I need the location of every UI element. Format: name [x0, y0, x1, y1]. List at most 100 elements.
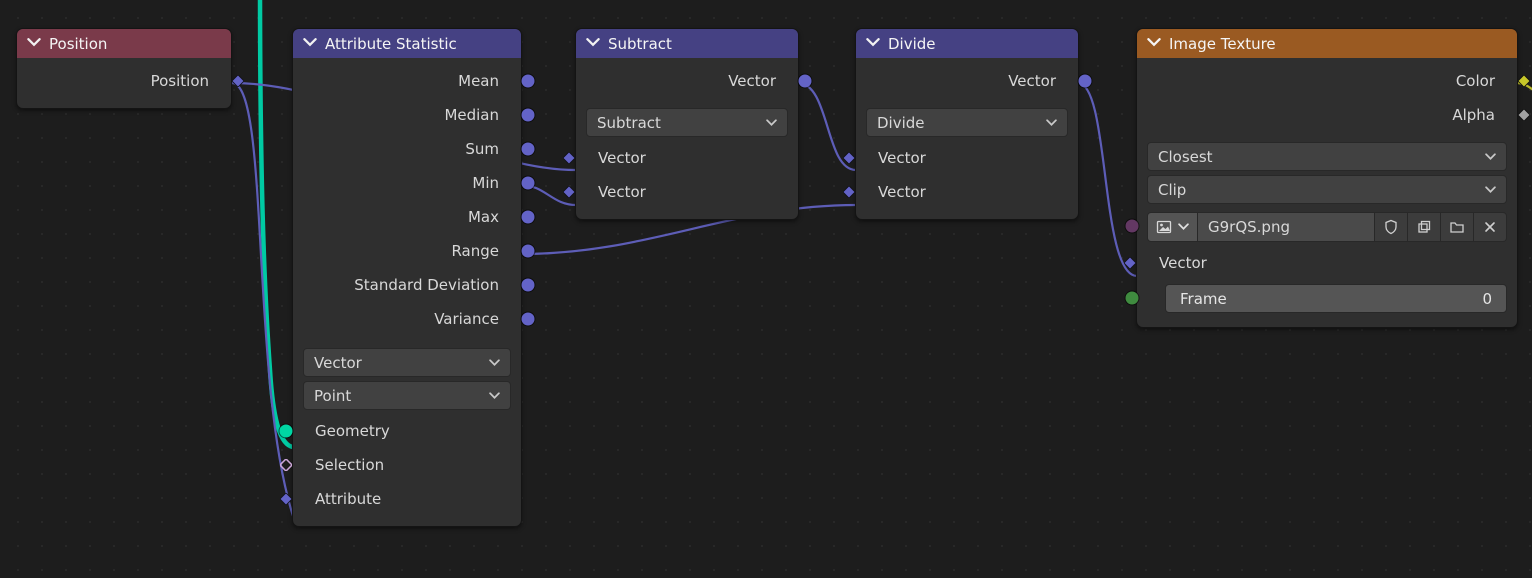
input-row-frame: Frame 0	[1137, 280, 1517, 317]
image-input-row: G9rQS.png	[1137, 208, 1517, 246]
node-attribute-statistic[interactable]: Attribute Statistic Mean Median Sum Min …	[292, 28, 522, 527]
chevron-down-icon	[1178, 218, 1189, 236]
socket-selection-in[interactable]	[280, 459, 292, 471]
socket-vector-in[interactable]	[1124, 257, 1136, 269]
output-row-var: Variance	[293, 302, 521, 336]
node-header[interactable]: Subtract	[576, 29, 798, 58]
node-position[interactable]: Position Position	[16, 28, 232, 109]
output-label: Vector	[728, 72, 776, 90]
chevron-down-icon	[489, 354, 500, 372]
frame-field[interactable]: Frame 0	[1165, 284, 1507, 313]
output-row-color: Color	[1137, 64, 1517, 98]
node-header[interactable]: Divide	[856, 29, 1078, 58]
socket-median-out[interactable]	[522, 109, 535, 122]
socket-vector-out[interactable]	[1079, 75, 1092, 88]
output-label: Vector	[1008, 72, 1056, 90]
socket-color-out[interactable]	[1518, 75, 1530, 87]
socket-vector-b-in[interactable]	[563, 186, 575, 198]
input-label: Vector	[878, 183, 926, 201]
input-row-vector-b: Vector	[856, 175, 1078, 209]
input-label: Attribute	[315, 490, 381, 508]
output-row-median: Median	[293, 98, 521, 132]
socket-vector-b-in[interactable]	[843, 186, 855, 198]
output-label: Median	[444, 106, 499, 124]
socket-vector-a-in[interactable]	[843, 152, 855, 164]
chevron-down-icon	[489, 387, 500, 405]
input-row-vector-a: Vector	[856, 141, 1078, 175]
output-row-alpha: Alpha	[1137, 98, 1517, 132]
chevron-down-icon	[27, 35, 41, 53]
node-header[interactable]: Position	[17, 29, 231, 58]
node-vector-math-divide[interactable]: Divide Vector Divide Vector Vector	[855, 28, 1079, 220]
input-row-geometry: Geometry	[293, 414, 521, 448]
output-label: Variance	[434, 310, 499, 328]
socket-position-out[interactable]	[232, 75, 244, 87]
socket-var-out[interactable]	[522, 313, 535, 326]
socket-range-out[interactable]	[522, 245, 535, 258]
input-label: Vector	[878, 149, 926, 167]
output-label: Mean	[458, 72, 499, 90]
image-name: G9rQS.png	[1208, 218, 1290, 236]
socket-vector-out[interactable]	[799, 75, 812, 88]
output-label: Range	[451, 242, 499, 260]
socket-mean-out[interactable]	[522, 75, 535, 88]
close-icon	[1482, 219, 1498, 235]
chevron-down-icon	[866, 35, 880, 53]
duplicate-icon	[1416, 219, 1432, 235]
interpolation-dropdown[interactable]: Closest	[1147, 142, 1507, 171]
output-label: Standard Deviation	[354, 276, 499, 294]
frame-label: Frame	[1180, 290, 1227, 308]
folder-icon	[1449, 219, 1465, 235]
open-image-button[interactable]	[1441, 212, 1474, 242]
socket-alpha-out[interactable]	[1518, 109, 1530, 121]
input-label: Vector	[598, 149, 646, 167]
output-row-vector: Vector	[856, 64, 1078, 98]
node-title: Position	[49, 35, 107, 53]
output-label: Color	[1456, 72, 1495, 90]
socket-frame-in[interactable]	[1126, 292, 1139, 305]
socket-image-in[interactable]	[1126, 220, 1139, 233]
socket-attribute-in[interactable]	[280, 493, 292, 505]
socket-min-out[interactable]	[522, 177, 535, 190]
output-row-mean: Mean	[293, 64, 521, 98]
operation-dropdown[interactable]: Subtract	[586, 108, 788, 137]
output-row-sum: Sum	[293, 132, 521, 166]
image-name-field[interactable]: G9rQS.png	[1198, 212, 1375, 242]
output-row-std: Standard Deviation	[293, 268, 521, 302]
output-row-min: Min	[293, 166, 521, 200]
input-label: Vector	[598, 183, 646, 201]
data-type-dropdown[interactable]: Vector	[303, 348, 511, 377]
input-row-attribute: Attribute	[293, 482, 521, 516]
node-header[interactable]: Image Texture	[1137, 29, 1517, 58]
chevron-down-icon	[1147, 35, 1161, 53]
operation-dropdown[interactable]: Divide	[866, 108, 1068, 137]
image-icon	[1156, 219, 1172, 235]
socket-vector-a-in[interactable]	[563, 152, 575, 164]
extension-dropdown[interactable]: Clip	[1147, 175, 1507, 204]
node-header[interactable]: Attribute Statistic	[293, 29, 521, 58]
fake-user-button[interactable]	[1375, 212, 1408, 242]
output-row-vector: Vector	[576, 64, 798, 98]
dropdown-value: Point	[314, 387, 351, 405]
socket-std-out[interactable]	[522, 279, 535, 292]
dropdown-value: Clip	[1158, 181, 1186, 199]
new-image-button[interactable]	[1408, 212, 1441, 242]
node-image-texture[interactable]: Image Texture Color Alpha Closest Clip	[1136, 28, 1518, 328]
socket-geometry-in[interactable]	[280, 425, 293, 438]
output-row-position: Position	[17, 64, 231, 98]
dropdown-value: Subtract	[597, 114, 661, 132]
node-title: Image Texture	[1169, 35, 1276, 53]
image-browse-button[interactable]	[1147, 212, 1198, 242]
output-label: Min	[472, 174, 499, 192]
input-row-vector-a: Vector	[576, 141, 798, 175]
socket-sum-out[interactable]	[522, 143, 535, 156]
chevron-down-icon	[586, 35, 600, 53]
domain-dropdown[interactable]: Point	[303, 381, 511, 410]
socket-max-out[interactable]	[522, 211, 535, 224]
unlink-image-button[interactable]	[1474, 212, 1507, 242]
dropdown-value: Divide	[877, 114, 925, 132]
node-vector-math-subtract[interactable]: Subtract Vector Subtract Vector Vector	[575, 28, 799, 220]
input-label: Selection	[315, 456, 384, 474]
dropdown-value: Vector	[314, 354, 362, 372]
chevron-down-icon	[766, 114, 777, 132]
